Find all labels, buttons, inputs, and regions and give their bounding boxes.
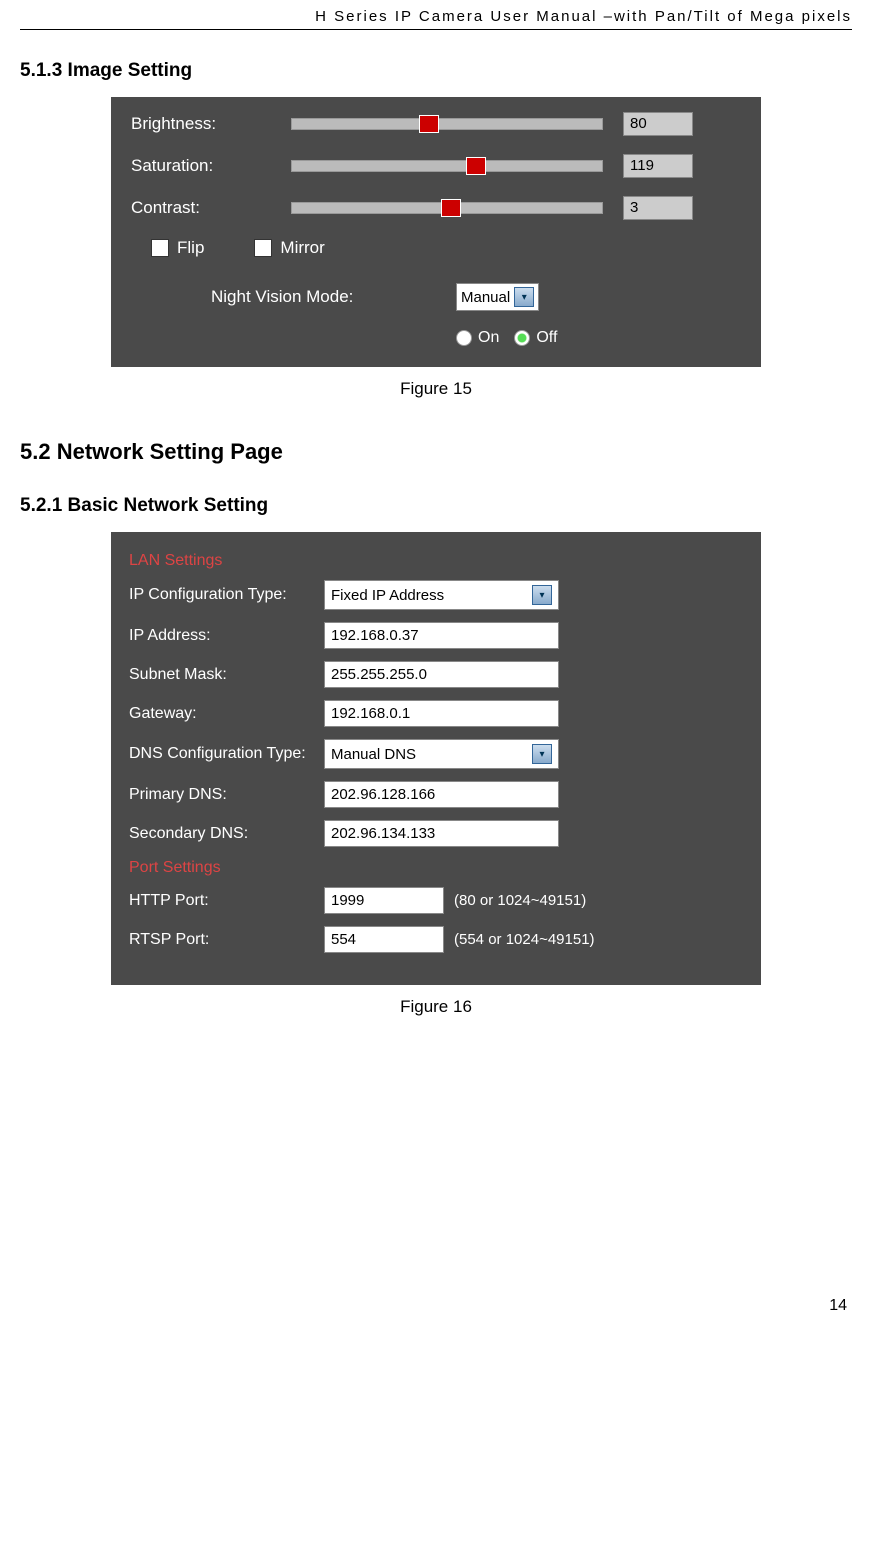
ip-config-type-select[interactable]: Fixed IP Address ▾ — [324, 580, 559, 610]
ip-config-type-label: IP Configuration Type: — [129, 586, 324, 604]
mirror-checkbox[interactable] — [254, 239, 272, 257]
lan-settings-title: LAN Settings — [129, 552, 743, 570]
ip-address-label: IP Address: — [129, 627, 324, 645]
saturation-value[interactable]: 119 — [623, 154, 693, 178]
gateway-label: Gateway: — [129, 705, 324, 723]
secondary-dns-input[interactable]: 202.96.134.133 — [324, 820, 559, 847]
network-setting-panel: LAN Settings IP Configuration Type: Fixe… — [111, 532, 761, 985]
primary-dns-input[interactable]: 202.96.128.166 — [324, 781, 559, 808]
chevron-down-icon: ▾ — [532, 585, 552, 605]
contrast-slider[interactable] — [291, 202, 603, 214]
brightness-value[interactable]: 80 — [623, 112, 693, 136]
night-vision-label: Night Vision Mode: — [211, 287, 456, 307]
section-52-heading: 5.2 Network Setting Page — [20, 439, 852, 465]
contrast-slider-handle[interactable] — [441, 199, 461, 217]
contrast-label: Contrast: — [131, 198, 291, 218]
nv-off-label: Off — [536, 329, 557, 347]
saturation-slider[interactable] — [291, 160, 603, 172]
dns-config-type-value: Manual DNS — [331, 746, 416, 763]
brightness-slider[interactable] — [291, 118, 603, 130]
figure15-caption: Figure 15 — [20, 379, 852, 399]
flip-label: Flip — [177, 238, 204, 258]
saturation-label: Saturation: — [131, 156, 291, 176]
contrast-value[interactable]: 3 — [623, 196, 693, 220]
rtsp-port-hint: (554 or 1024~49151) — [454, 931, 595, 948]
brightness-label: Brightness: — [131, 114, 291, 134]
subnet-mask-input[interactable]: 255.255.255.0 — [324, 661, 559, 688]
saturation-slider-handle[interactable] — [466, 157, 486, 175]
chevron-down-icon: ▾ — [514, 287, 534, 307]
gateway-input[interactable]: 192.168.0.1 — [324, 700, 559, 727]
ip-address-input[interactable]: 192.168.0.37 — [324, 622, 559, 649]
chevron-down-icon: ▾ — [532, 744, 552, 764]
night-vision-select[interactable]: Manual ▾ — [456, 283, 539, 311]
image-setting-panel: Brightness: 80 Saturation: 119 Contrast:… — [111, 97, 761, 367]
flip-checkbox[interactable] — [151, 239, 169, 257]
dns-config-type-label: DNS Configuration Type: — [129, 745, 324, 763]
page-header: H Series IP Camera User Manual –with Pan… — [20, 0, 852, 30]
secondary-dns-label: Secondary DNS: — [129, 825, 324, 843]
rtsp-port-input[interactable]: 554 — [324, 926, 444, 953]
port-settings-title: Port Settings — [129, 859, 743, 877]
nv-off-radio[interactable] — [514, 330, 530, 346]
http-port-input[interactable]: 1999 — [324, 887, 444, 914]
figure16-caption: Figure 16 — [20, 997, 852, 1017]
subnet-mask-label: Subnet Mask: — [129, 666, 324, 684]
http-port-label: HTTP Port: — [129, 892, 324, 910]
ip-config-type-value: Fixed IP Address — [331, 587, 444, 604]
dns-config-type-select[interactable]: Manual DNS ▾ — [324, 739, 559, 769]
section-521-heading: 5.2.1 Basic Network Setting — [20, 495, 852, 517]
mirror-label: Mirror — [280, 238, 324, 258]
section-513-heading: 5.1.3 Image Setting — [20, 60, 852, 82]
page-number: 14 — [20, 1297, 852, 1315]
primary-dns-label: Primary DNS: — [129, 786, 324, 804]
http-port-hint: (80 or 1024~49151) — [454, 892, 586, 909]
nv-on-label: On — [478, 329, 499, 347]
night-vision-select-value: Manual — [461, 289, 510, 306]
brightness-slider-handle[interactable] — [419, 115, 439, 133]
rtsp-port-label: RTSP Port: — [129, 931, 324, 949]
nv-on-radio[interactable] — [456, 330, 472, 346]
